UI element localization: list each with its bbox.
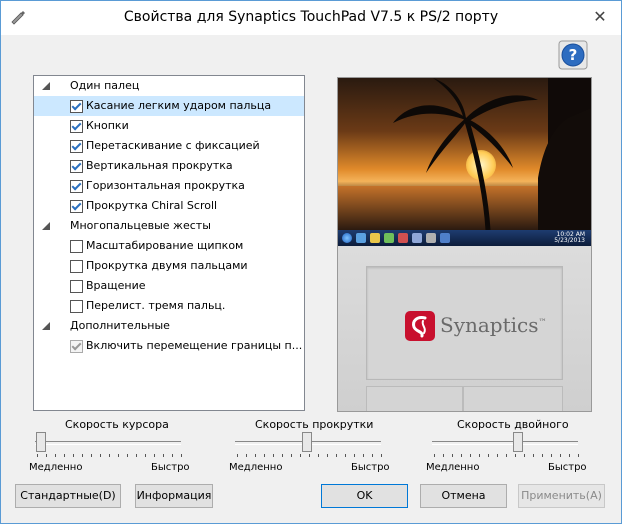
tree-group[interactable]: Дополнительные <box>34 316 304 336</box>
close-icon: ✕ <box>593 7 607 26</box>
window-title: Свойства для Synaptics TouchPad V7.5 к P… <box>123 9 499 25</box>
close-button[interactable]: ✕ <box>589 7 611 27</box>
help-icon[interactable]: ? <box>558 40 588 70</box>
ok-button[interactable]: OK <box>321 484 408 508</box>
cursor-speed-slider-track[interactable] <box>35 441 181 445</box>
tree-item-checkbox <box>70 340 83 353</box>
tree-item-checkbox[interactable] <box>70 240 83 253</box>
dialog-client-area: ? Один палец Касание легким ударом пальца… <box>7 35 615 517</box>
cursor-speed-slider-thumb[interactable] <box>36 432 46 452</box>
cursor-speed-slider-ticks <box>37 454 183 457</box>
taskbar-app-icon <box>356 233 366 243</box>
cancel-button[interactable]: Отмена <box>420 484 507 508</box>
scroll-speed-slider-thumb[interactable] <box>302 432 312 452</box>
tree-group[interactable]: Многопальцевые жесты <box>34 216 304 236</box>
apply-button[interactable]: Применить(A) <box>518 484 605 508</box>
double-click-speed-max-label: Быстро <box>548 462 587 473</box>
scroll-speed-max-label: Быстро <box>351 462 390 473</box>
tree-item-checkbox[interactable] <box>70 300 83 313</box>
start-orb-icon <box>342 233 352 243</box>
tree-group[interactable]: Один палец <box>34 76 304 96</box>
tree-item-checkbox[interactable] <box>70 120 83 133</box>
tree-item-label: Прокрутка двумя пальцами <box>86 259 248 272</box>
tree-item[interactable]: Кнопки <box>34 116 304 136</box>
tree-item[interactable]: Включить перемещение границы п... <box>34 336 304 356</box>
tree-item[interactable]: Прокрутка двумя пальцами <box>34 256 304 276</box>
double-click-speed-slider-thumb[interactable] <box>513 432 523 452</box>
tree-item[interactable]: Перетаскивание с фиксацией <box>34 136 304 156</box>
palm-tree-silhouette <box>393 78 591 230</box>
double-click-speed-min-label: Медленно <box>426 462 480 473</box>
taskbar-clock: 10:02 AM 5/23/2013 <box>554 232 585 244</box>
tree-item[interactable]: Вертикальная прокрутка <box>34 156 304 176</box>
tree-item-label: Горизонтальная прокрутка <box>86 179 245 192</box>
defaults-button[interactable]: Стандартные(D) <box>15 484 121 508</box>
cursor-speed-max-label: Быстро <box>151 462 190 473</box>
tree-item-checkbox[interactable] <box>70 260 83 273</box>
svg-text:?: ? <box>569 46 578 64</box>
tree-item-checkbox[interactable] <box>70 160 83 173</box>
double-click-speed-slider-ticks <box>434 454 580 457</box>
tree-item-label: Вращение <box>86 279 146 292</box>
taskbar-app-icon <box>426 233 436 243</box>
tree-item-checkbox[interactable] <box>70 140 83 153</box>
info-button[interactable]: Информация <box>135 484 213 508</box>
scroll-speed-slider-ticks <box>237 454 383 457</box>
expand-triangle-icon[interactable] <box>42 322 50 330</box>
title-bar[interactable]: Свойства для Synaptics TouchPad V7.5 к P… <box>1 1 621 35</box>
taskbar-app-icon <box>412 233 422 243</box>
touchpad-preview: 10:02 AM 5/23/2013 Synaptics™ <box>337 77 592 412</box>
tree-group-label: Один палец <box>70 79 140 92</box>
double-click-speed-caption: Скорость двойного <box>457 418 569 431</box>
taskbar-app-icon <box>370 233 380 243</box>
synaptics-brand-text: Synaptics™ <box>440 313 547 337</box>
scroll-speed-min-label: Медленно <box>229 462 283 473</box>
synaptics-logo-icon <box>405 311 435 341</box>
taskbar-date: 5/23/2013 <box>554 237 585 244</box>
cursor-speed-min-label: Медленно <box>29 462 83 473</box>
taskbar-app-icon <box>384 233 394 243</box>
tree-item-label: Перелист. тремя пальц. <box>86 299 226 312</box>
touchpad-left-button <box>366 386 463 411</box>
tree-item-checkbox[interactable] <box>70 200 83 213</box>
settings-tree[interactable]: Один палец Касание легким ударом пальца Кн… <box>33 75 305 411</box>
taskbar-app-icon <box>398 233 408 243</box>
tree-item[interactable]: Касание легким ударом пальца <box>34 96 304 116</box>
cursor-speed-caption: Скорость курсора <box>65 418 169 431</box>
tree-item[interactable]: Перелист. тремя пальц. <box>34 296 304 316</box>
tree-item-checkbox[interactable] <box>70 280 83 293</box>
touchpad-surface: Synaptics™ <box>366 266 563 380</box>
brand-trademark: ™ <box>538 317 547 327</box>
dialog-window: Свойства для Synaptics TouchPad V7.5 к P… <box>0 0 622 524</box>
tree-item-label: Масштабирование щипком <box>86 239 244 252</box>
tree-item-checkbox[interactable] <box>70 180 83 193</box>
double-click-speed-slider-track[interactable] <box>432 441 578 445</box>
tree-item[interactable]: Горизонтальная прокрутка <box>34 176 304 196</box>
touchpad-right-button <box>463 386 563 411</box>
tree-item-label: Касание легким ударом пальца <box>86 99 272 112</box>
tree-item-checkbox[interactable] <box>70 100 83 113</box>
preview-taskbar: 10:02 AM 5/23/2013 <box>338 230 591 246</box>
expand-triangle-icon[interactable] <box>42 82 50 90</box>
tree-item-label: Вертикальная прокрутка <box>86 159 233 172</box>
touchpad-illustration: Synaptics™ <box>338 246 591 411</box>
tree-group-label: Дополнительные <box>70 319 170 332</box>
tree-item-label: Перетаскивание с фиксацией <box>86 139 260 152</box>
expand-triangle-icon[interactable] <box>42 222 50 230</box>
tree-item[interactable]: Масштабирование щипком <box>34 236 304 256</box>
tree-item[interactable]: Прокрутка Chiral Scroll <box>34 196 304 216</box>
tree-item-label: Кнопки <box>86 119 129 132</box>
scroll-speed-caption: Скорость прокрутки <box>255 418 374 431</box>
tree-item[interactable]: Вращение <box>34 276 304 296</box>
brand-name: Synaptics <box>440 313 539 337</box>
taskbar-app-icon <box>440 233 450 243</box>
tree-item-label: Прокрутка Chiral Scroll <box>86 199 218 212</box>
tree-item-label: Включить перемещение границы п... <box>86 339 303 352</box>
tree-group-label: Многопальцевые жесты <box>70 219 211 232</box>
desktop-wallpaper <box>338 78 591 230</box>
